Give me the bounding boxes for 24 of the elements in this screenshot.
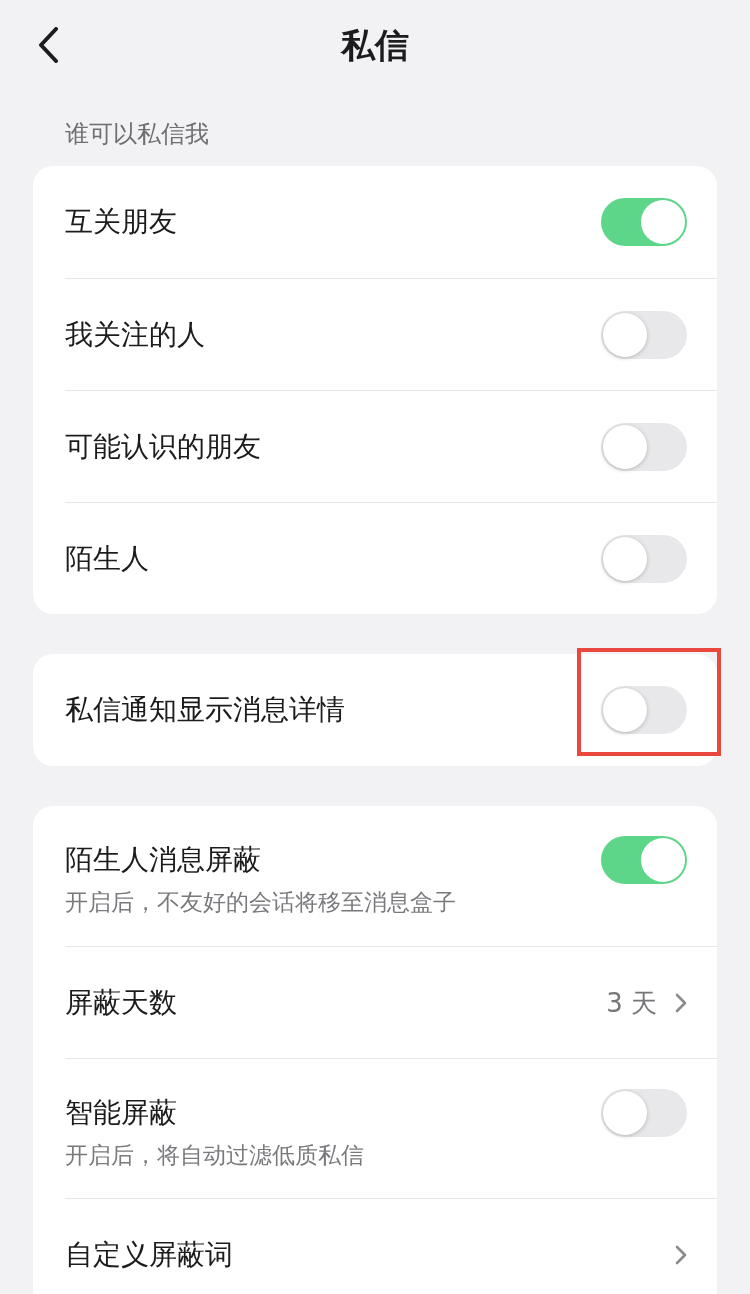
setting-label: 自定义屏蔽词	[65, 1236, 233, 1273]
page-title: 私信	[341, 25, 409, 65]
setting-description: 开启后，不友好的会话将移至消息盒子	[65, 888, 456, 917]
setting-label: 陌生人	[65, 540, 149, 577]
toggle-switch[interactable]	[601, 1089, 687, 1137]
setting-label: 私信通知显示消息详情	[65, 692, 345, 728]
setting-label: 互关朋友	[65, 204, 177, 240]
toggle-switch[interactable]	[601, 686, 687, 734]
setting-label: 智能屏蔽	[65, 1095, 177, 1131]
toggle-switch[interactable]	[601, 310, 687, 359]
chevron-right-icon[interactable]	[675, 992, 687, 1013]
toggle-switch[interactable]	[601, 836, 687, 884]
setting-description: 开启后，将自动过滤低质私信	[65, 1141, 364, 1170]
back-icon[interactable]	[37, 27, 59, 63]
toggle-switch[interactable]	[601, 534, 687, 583]
setting-label: 我关注的人	[65, 316, 205, 353]
section-heading: 谁可以私信我	[65, 119, 209, 150]
setting-label: 屏蔽天数	[65, 984, 177, 1021]
setting-label: 陌生人消息屏蔽	[65, 842, 261, 878]
chevron-right-icon[interactable]	[675, 1244, 687, 1265]
toggle-switch[interactable]	[601, 422, 687, 471]
toggle-switch[interactable]	[601, 198, 687, 246]
setting-label: 可能认识的朋友	[65, 428, 261, 465]
setting-value[interactable]: 3 天	[606, 985, 657, 1020]
